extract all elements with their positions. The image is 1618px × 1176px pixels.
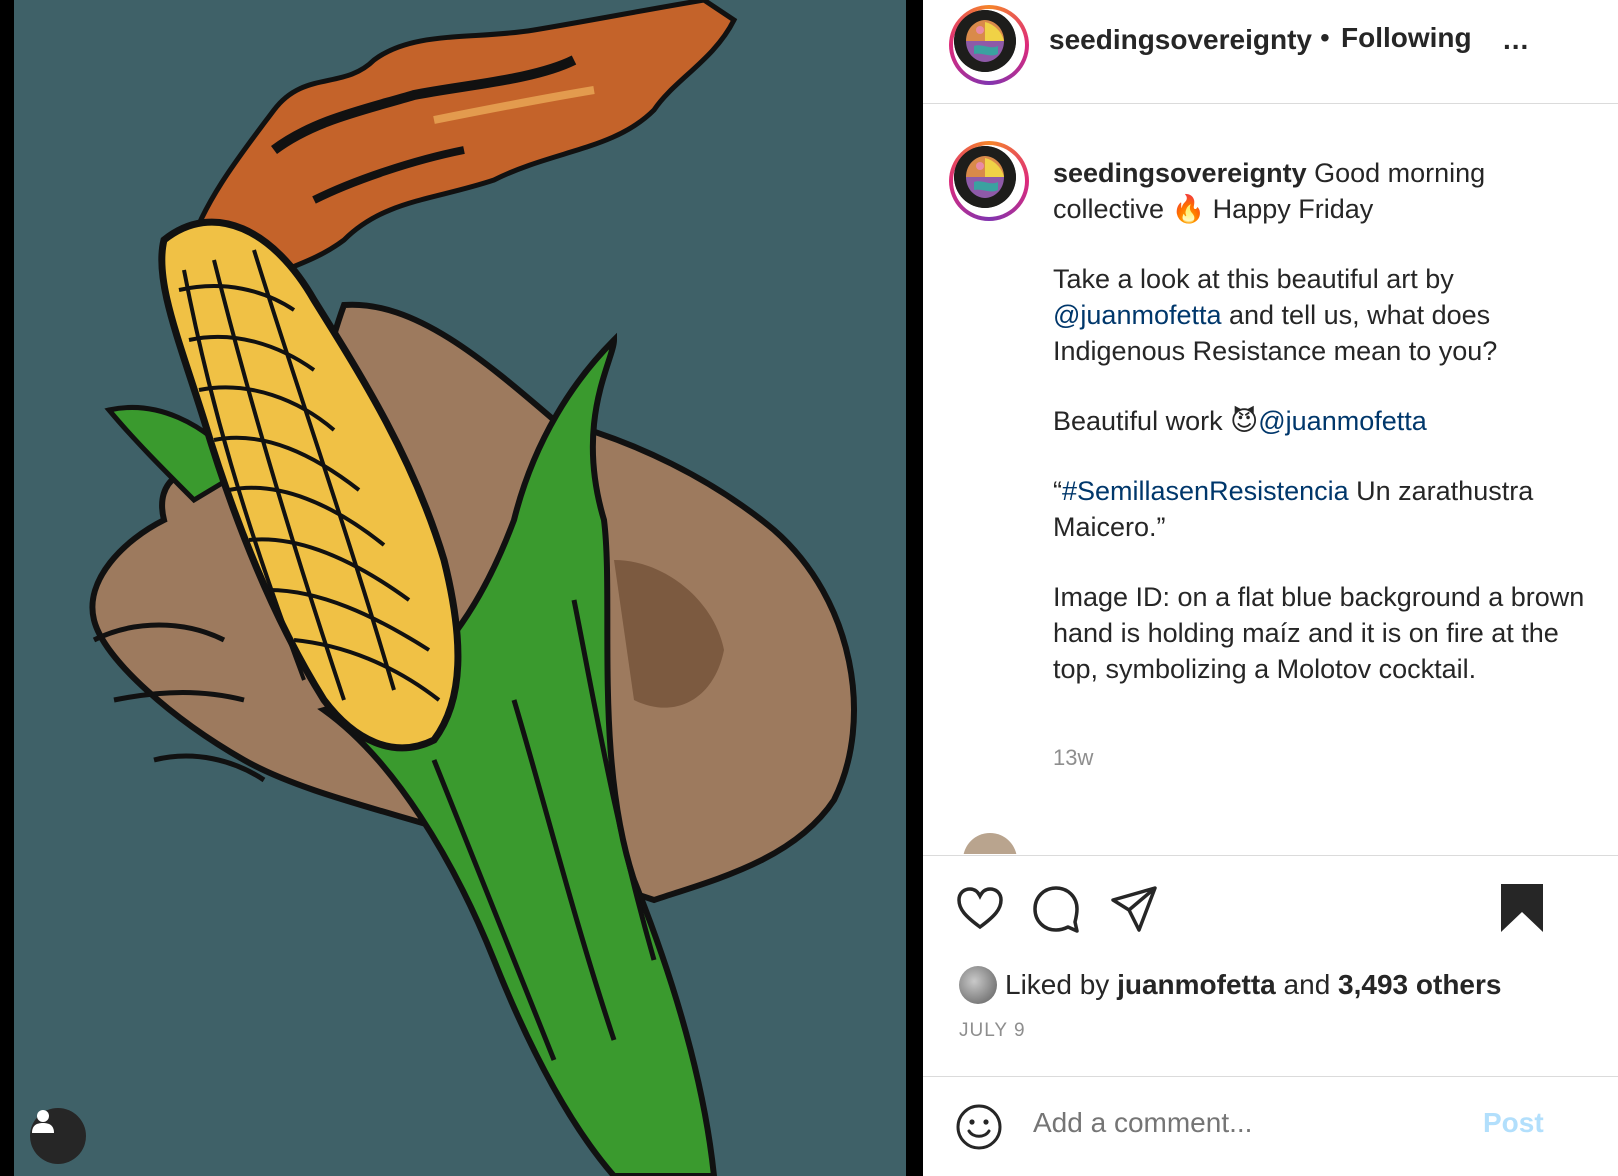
avatar-logo: [954, 146, 1016, 208]
caption-section: seedingsovereignty Good morning collecti…: [923, 105, 1618, 854]
tagged-users-button[interactable]: [30, 1108, 86, 1164]
quote-open: “: [1053, 476, 1062, 506]
user-icon: [32, 1110, 54, 1133]
liker-username[interactable]: juanmofetta: [1117, 969, 1276, 1000]
following-button[interactable]: Following: [1341, 22, 1472, 54]
likes-prefix: Liked by: [1005, 969, 1118, 1000]
caption-line1-end: Happy Friday: [1205, 194, 1374, 224]
comment-avatar[interactable]: [963, 833, 1017, 854]
avatar-logo: [954, 10, 1016, 72]
author-avatar[interactable]: [949, 5, 1029, 85]
image-description: Image ID: on a flat blue background a br…: [1053, 582, 1585, 684]
caption-author-avatar[interactable]: [949, 141, 1029, 221]
corn-artwork: [89, 0, 857, 1176]
caption-username[interactable]: seedingsovereignty: [1053, 158, 1307, 188]
media-divider: [906, 0, 923, 1176]
post-image[interactable]: [14, 0, 906, 1176]
bookmark-icon[interactable]: [1499, 882, 1545, 934]
more-options-button[interactable]: ...: [1503, 24, 1529, 56]
action-bar: Liked by juanmofetta and 3,493 others JU…: [923, 855, 1618, 1075]
devil-emoji: 😈: [1230, 406, 1259, 436]
post-header: seedingsovereignty • Following ...: [923, 0, 1618, 104]
caption-time-ago[interactable]: 13w: [1053, 745, 1093, 771]
hashtag-link[interactable]: #SemillasenResistencia: [1062, 476, 1349, 506]
post-details-panel: seedingsovereignty • Following ... seedi…: [923, 0, 1618, 1176]
header-separator: •: [1320, 22, 1330, 53]
comment-icon[interactable]: [1031, 884, 1081, 934]
likes-count[interactable]: 3,493 others: [1338, 969, 1501, 1000]
caption-para2-start: Take a look at this beautiful art by: [1053, 264, 1454, 294]
caption-text: seedingsovereignty Good morning collecti…: [1053, 155, 1593, 721]
comment-composer: Post: [923, 1076, 1618, 1176]
mention-link[interactable]: @juanmofetta: [1258, 406, 1427, 436]
paper-plane-icon[interactable]: [1109, 884, 1159, 934]
caption-para3-start: Beautiful work: [1053, 406, 1231, 436]
likes-summary: Liked by juanmofetta and 3,493 others: [959, 966, 1501, 1004]
smiley-icon[interactable]: [955, 1103, 1003, 1151]
liker-avatar[interactable]: [959, 966, 997, 1004]
likes-middle: and: [1275, 969, 1339, 1000]
heart-icon[interactable]: [955, 884, 1005, 934]
post-date[interactable]: JULY 9: [959, 1020, 1026, 1042]
comment-input[interactable]: [1033, 1107, 1453, 1139]
fire-emoji: 🔥: [1171, 194, 1206, 224]
post-button[interactable]: Post: [1483, 1107, 1544, 1139]
mention-link[interactable]: @juanmofetta: [1053, 300, 1222, 330]
header-username[interactable]: seedingsovereignty: [1049, 24, 1312, 56]
left-edge-bar: [0, 0, 14, 1176]
